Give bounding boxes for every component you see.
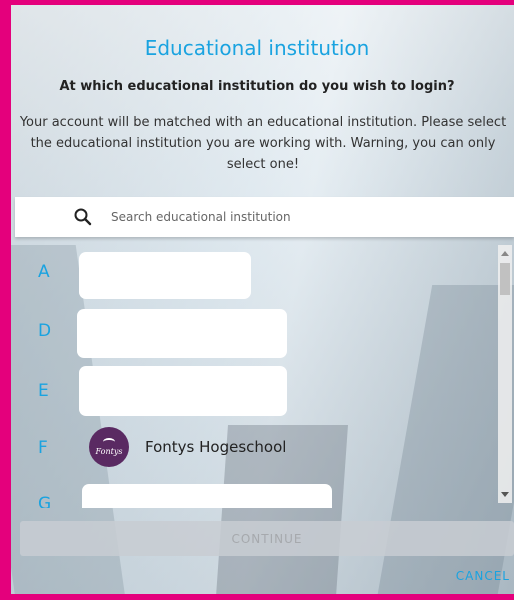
group-letter-a: A — [38, 262, 50, 282]
continue-button[interactable]: CONTINUE — [20, 521, 514, 556]
list-item[interactable] — [82, 484, 332, 508]
search-input[interactable] — [109, 209, 473, 225]
list-scrollbar[interactable] — [498, 245, 512, 503]
list-item[interactable] — [79, 366, 287, 416]
dialog-subtitle: At which educational institution do you … — [59, 79, 455, 94]
scroll-down-arrow-icon[interactable] — [501, 492, 509, 497]
scroll-up-arrow-icon[interactable] — [501, 251, 509, 256]
dialog-description: Your account will be matched with an edu… — [19, 115, 507, 172]
search-icon[interactable] — [73, 207, 93, 227]
fontys-logo-mark — [103, 438, 115, 446]
fontys-logo-text: Fontys — [95, 447, 123, 456]
cancel-button[interactable]: CANCEL — [456, 569, 510, 583]
dialog-title: Educational institution — [144, 36, 370, 60]
list-item[interactable] — [77, 309, 287, 358]
institution-list: A D E F Fontys Fontys Hogeschool G — [15, 240, 514, 508]
group-letter-d: D — [38, 321, 52, 341]
fontys-logo: Fontys — [89, 427, 129, 467]
group-letter-f: F — [38, 438, 48, 458]
list-item-label[interactable]: Fontys Hogeschool — [145, 438, 286, 456]
search-bar — [15, 197, 514, 237]
group-letter-g: G — [38, 494, 52, 508]
scroll-thumb[interactable] — [500, 263, 510, 295]
list-item[interactable] — [79, 252, 251, 299]
group-letter-e: E — [38, 381, 49, 401]
